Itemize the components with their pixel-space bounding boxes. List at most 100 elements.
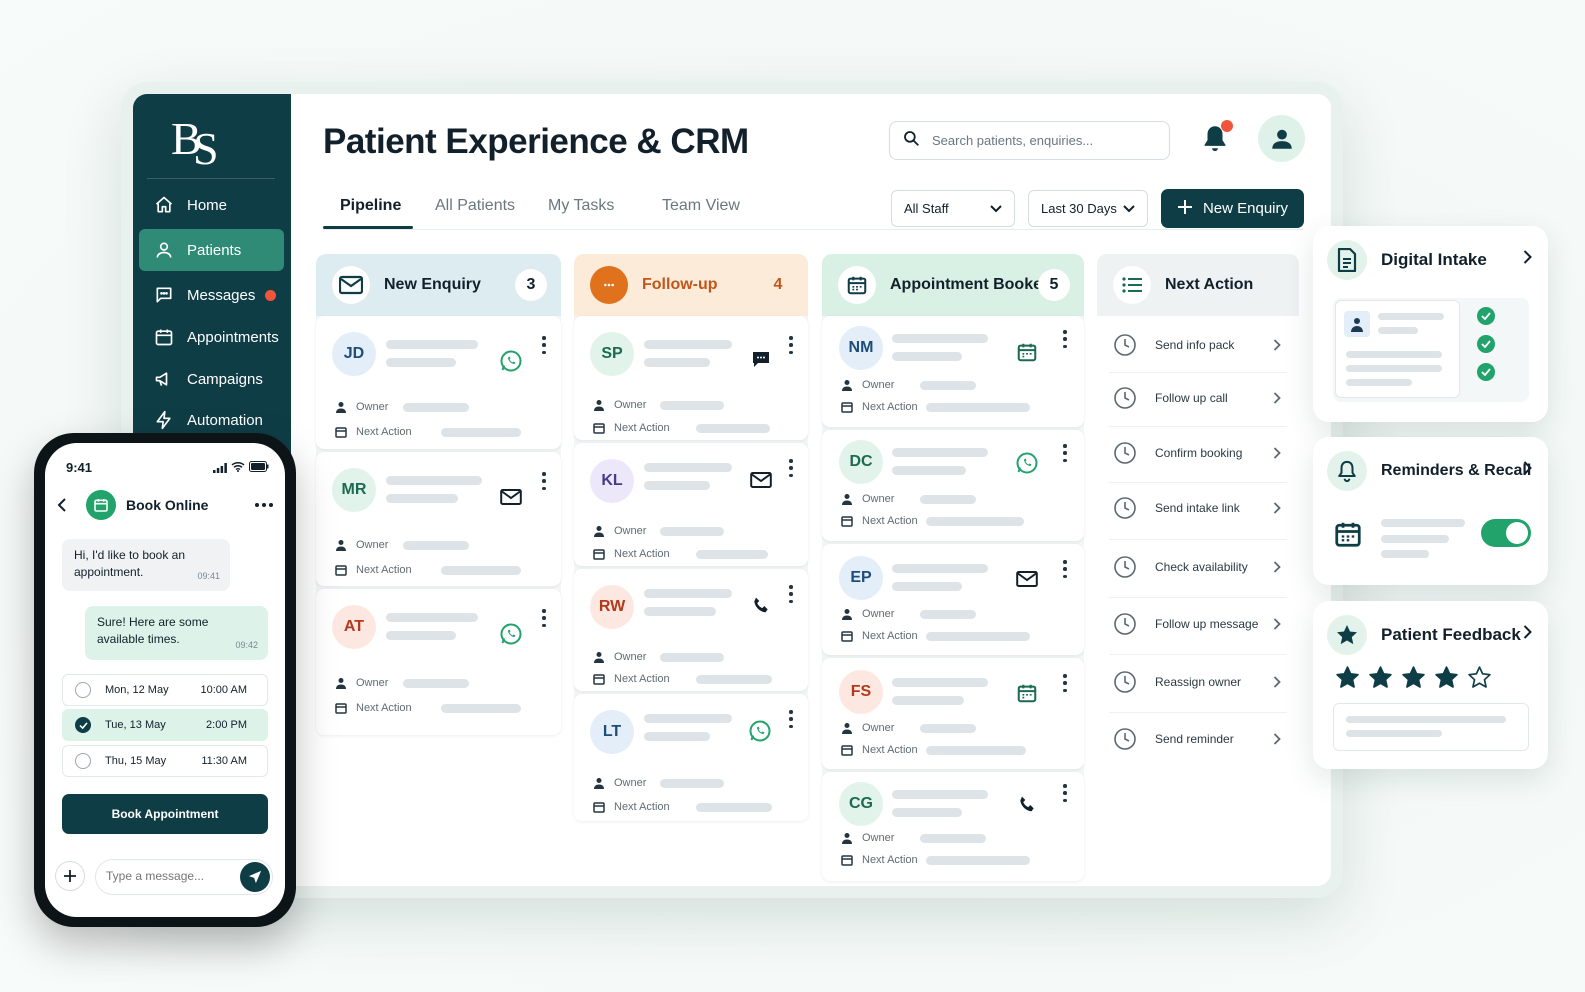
radio-button[interactable] (75, 753, 91, 769)
more-options-icon[interactable] (255, 503, 273, 507)
tab-my-tasks[interactable]: My Tasks (548, 197, 614, 215)
megaphone-icon (153, 368, 175, 390)
next-action-item[interactable]: Send info pack (1097, 320, 1299, 370)
chevron-right-icon[interactable] (1523, 250, 1532, 264)
radio-button[interactable] (75, 682, 91, 698)
star-empty-icon[interactable] (1467, 665, 1492, 690)
sidebar-item-appointments[interactable]: Appointments (139, 316, 284, 358)
chevron-right-icon (1273, 502, 1281, 514)
add-attachment-button[interactable] (55, 861, 85, 891)
person-icon (840, 607, 854, 621)
more-options-icon[interactable] (1060, 330, 1070, 348)
tab-all-patients[interactable]: All Patients (435, 197, 515, 215)
patient-card[interactable]: RW Owner Next Action (574, 569, 808, 691)
tab-pipeline[interactable]: Pipeline (340, 197, 401, 215)
time-slot-option[interactable]: Thu, 15 May 11:30 AM (62, 745, 268, 777)
star-filled-icon[interactable] (1401, 665, 1426, 690)
next-action-item[interactable]: Follow up call (1097, 373, 1299, 423)
more-options-icon[interactable] (1060, 674, 1070, 692)
star-rating[interactable] (1335, 665, 1492, 690)
patient-card[interactable]: DC Owner Next Action (822, 430, 1084, 541)
more-options-icon[interactable] (1060, 560, 1070, 578)
phone-icon[interactable] (1014, 792, 1040, 818)
sidebar-item-messages[interactable]: Messages (139, 274, 284, 316)
next-action-item[interactable]: Follow up message (1097, 599, 1299, 649)
patient-card[interactable]: KL Owner Next Action (574, 443, 808, 566)
next-action-item[interactable]: Send reminder (1097, 714, 1299, 764)
calendar-icon[interactable] (1014, 339, 1040, 365)
sidebar-item-patients[interactable]: Patients (139, 229, 284, 271)
battery-icon (249, 459, 269, 477)
more-options-icon[interactable] (539, 472, 549, 490)
patient-card[interactable]: NM Owner Next Action (822, 316, 1084, 427)
more-options-icon[interactable] (786, 336, 796, 354)
next-action-item[interactable]: Check availability (1097, 542, 1299, 592)
more-options-icon[interactable] (539, 336, 549, 354)
back-chevron-icon[interactable] (57, 498, 67, 517)
send-button[interactable] (240, 862, 270, 892)
patient-card[interactable]: JD Owner Next Action (316, 316, 561, 449)
search-input[interactable] (932, 133, 1152, 148)
search-bar[interactable] (889, 121, 1170, 160)
message-input[interactable] (106, 869, 236, 883)
patient-feedback-widget[interactable]: Patient Feedback (1313, 601, 1548, 769)
patient-card[interactable]: LT Owner Next Action (574, 694, 808, 821)
more-options-icon[interactable] (1060, 784, 1070, 802)
next-action-item[interactable]: Confirm booking (1097, 428, 1299, 478)
next-action-item[interactable]: Reassign owner (1097, 657, 1299, 707)
star-filled-icon[interactable] (1434, 665, 1459, 690)
patient-card[interactable]: SP Owner Next Action (574, 316, 808, 440)
sidebar-item-label: Home (187, 196, 228, 214)
patient-card[interactable]: MR Owner Next Action (316, 452, 561, 586)
brand-logo[interactable]: BS (171, 112, 231, 174)
patient-card[interactable]: AT Owner Next Action (316, 589, 561, 735)
more-options-icon[interactable] (786, 585, 796, 603)
mail-icon[interactable] (1014, 566, 1040, 592)
star-filled-icon[interactable] (1335, 665, 1360, 690)
radio-button-checked[interactable] (75, 717, 91, 733)
time-slot-option[interactable]: Tue, 13 May 2:00 PM (62, 709, 268, 741)
star-filled-icon[interactable] (1368, 665, 1393, 690)
whatsapp-icon[interactable] (498, 621, 524, 647)
next-action-text: Reassign owner (1155, 675, 1242, 689)
next-action-item[interactable]: Send intake link (1097, 483, 1299, 533)
date-range-select[interactable]: Last 30 Days (1028, 190, 1148, 227)
more-options-icon[interactable] (786, 459, 796, 477)
owner-label: Owner (862, 493, 895, 505)
patient-initials: FS (839, 670, 883, 714)
mail-icon[interactable] (498, 484, 524, 510)
whatsapp-icon[interactable] (747, 718, 773, 744)
sidebar-item-campaigns[interactable]: Campaigns (139, 358, 284, 400)
book-appointment-button[interactable]: Book Appointment (62, 794, 268, 834)
patient-card[interactable]: FS Owner Next Action (822, 658, 1084, 769)
mail-icon[interactable] (748, 467, 774, 493)
patient-card[interactable]: CG Owner Next Action (822, 772, 1084, 881)
time-slot-option[interactable]: Mon, 12 May 10:00 AM (62, 674, 268, 706)
whatsapp-icon[interactable] (1014, 450, 1040, 476)
sms-icon[interactable] (748, 346, 774, 372)
calendar-icon[interactable] (1014, 680, 1040, 706)
staff-filter-select[interactable]: All Staff (891, 190, 1015, 227)
placeholder-bar (386, 358, 456, 367)
chevron-right-icon[interactable] (1523, 461, 1532, 475)
placeholder-bar (644, 481, 710, 490)
whatsapp-icon[interactable] (498, 348, 524, 374)
next-action-text: Send reminder (1155, 732, 1234, 746)
phone-icon[interactable] (748, 593, 774, 619)
reminders-recall-widget[interactable]: Reminders & Recall (1313, 437, 1548, 585)
new-enquiry-button[interactable]: New Enquiry (1161, 189, 1304, 228)
user-avatar[interactable] (1258, 115, 1305, 162)
chevron-right-icon (1273, 447, 1281, 459)
tab-team-view[interactable]: Team View (662, 197, 740, 215)
calendar-small-icon (840, 743, 854, 757)
sidebar-item-home[interactable]: Home (139, 184, 284, 226)
patient-card[interactable]: EP Owner Next Action (822, 544, 1084, 655)
digital-intake-widget[interactable]: Digital Intake (1313, 226, 1548, 422)
placeholder-bar (696, 675, 772, 684)
more-options-icon[interactable] (786, 710, 796, 728)
owner-label: Owner (862, 379, 895, 391)
more-options-icon[interactable] (539, 609, 549, 627)
chevron-right-icon[interactable] (1523, 625, 1532, 639)
recall-toggle[interactable] (1481, 519, 1531, 547)
more-options-icon[interactable] (1060, 444, 1070, 462)
